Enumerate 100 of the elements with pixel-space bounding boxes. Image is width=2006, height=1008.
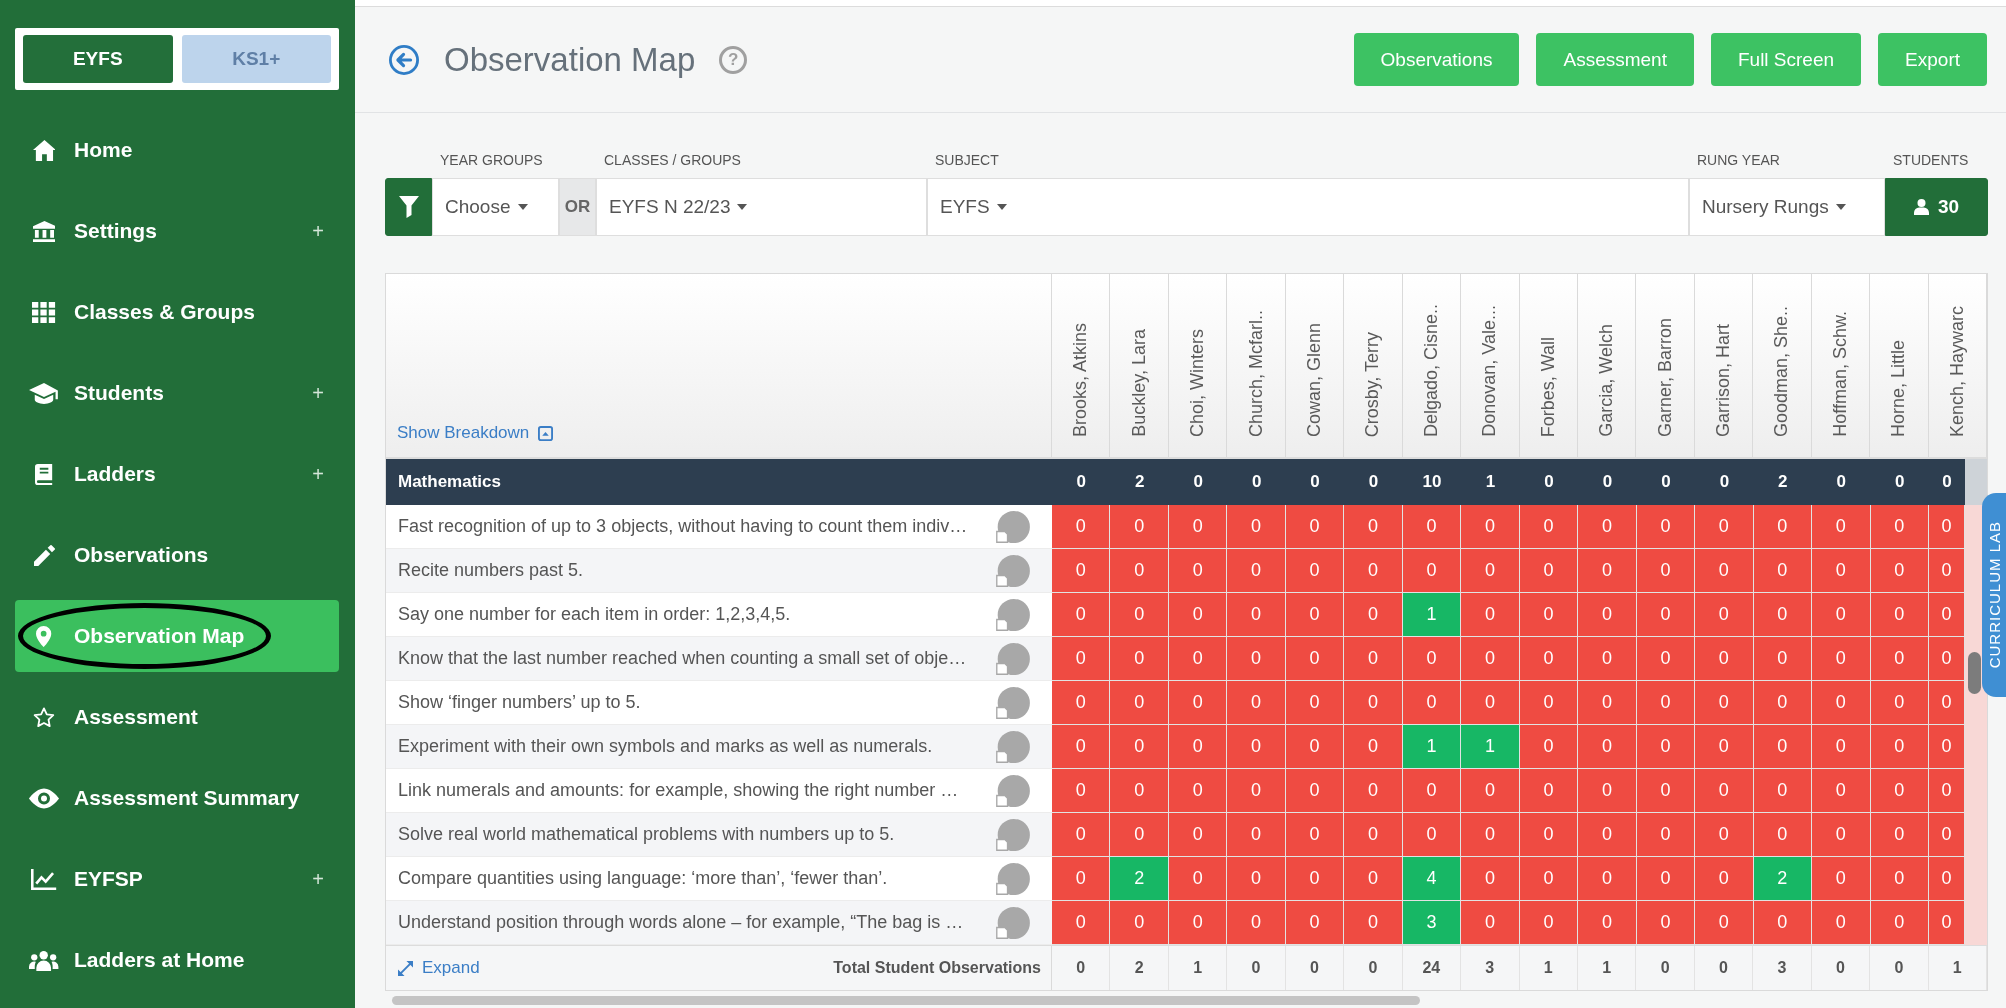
count-cell[interactable]: 0 xyxy=(1578,901,1637,945)
count-cell[interactable]: 0 xyxy=(1870,549,1929,593)
count-cell[interactable]: 0 xyxy=(1168,901,1228,945)
count-cell[interactable]: 0 xyxy=(1519,813,1579,857)
count-cell[interactable]: 0 xyxy=(1052,901,1111,945)
count-cell[interactable]: 0 xyxy=(1519,681,1579,725)
count-cell[interactable]: 0 xyxy=(1812,857,1871,901)
count-cell[interactable]: 0 xyxy=(1753,725,1813,769)
header-button[interactable]: Assessment xyxy=(1536,33,1694,86)
document-icon[interactable] xyxy=(994,597,1030,632)
nav-item[interactable]: Settings + xyxy=(15,195,339,267)
dropdown[interactable]: Choose xyxy=(432,178,559,236)
count-cell[interactable]: 0 xyxy=(1285,901,1345,945)
header-button[interactable]: Full Screen xyxy=(1710,33,1862,86)
count-cell[interactable]: 0 xyxy=(1344,769,1403,813)
count-cell[interactable]: 0 xyxy=(1519,637,1579,681)
count-cell[interactable]: 4 xyxy=(1402,857,1462,901)
count-cell[interactable]: 0 xyxy=(1227,769,1286,813)
count-cell[interactable]: 0 xyxy=(1110,725,1169,769)
dropdown[interactable]: EYFS xyxy=(927,178,1689,236)
count-cell[interactable]: 0 xyxy=(1344,681,1403,725)
count-cell[interactable]: 0 xyxy=(1929,549,1965,593)
mode-tab[interactable]: KS1+ xyxy=(181,35,331,83)
nav-item[interactable]: Assessment xyxy=(15,681,339,753)
header-button[interactable]: Observations xyxy=(1353,33,1520,86)
count-cell[interactable]: 0 xyxy=(1285,681,1345,725)
count-cell[interactable]: 0 xyxy=(1519,857,1579,901)
count-cell[interactable]: 0 xyxy=(1695,769,1754,813)
count-cell[interactable]: 0 xyxy=(1753,681,1813,725)
count-cell[interactable]: 0 xyxy=(1168,549,1228,593)
count-cell[interactable]: 0 xyxy=(1227,593,1286,637)
count-cell[interactable]: 0 xyxy=(1636,813,1696,857)
show-breakdown-link[interactable]: Show Breakdown xyxy=(397,423,554,443)
count-cell[interactable]: 0 xyxy=(1636,857,1696,901)
count-cell[interactable]: 0 xyxy=(1636,593,1696,637)
count-cell[interactable]: 0 xyxy=(1636,769,1696,813)
count-cell[interactable]: 0 xyxy=(1578,769,1637,813)
count-cell[interactable]: 0 xyxy=(1402,769,1462,813)
count-cell[interactable]: 0 xyxy=(1636,725,1696,769)
count-cell[interactable]: 0 xyxy=(1110,637,1169,681)
document-icon[interactable] xyxy=(994,773,1030,808)
count-cell[interactable]: 0 xyxy=(1636,549,1696,593)
count-cell[interactable]: 0 xyxy=(1344,901,1403,945)
count-cell[interactable]: 0 xyxy=(1110,901,1169,945)
count-cell[interactable]: 0 xyxy=(1461,637,1520,681)
count-cell[interactable]: 0 xyxy=(1227,901,1286,945)
count-cell[interactable]: 0 xyxy=(1168,681,1228,725)
count-cell[interactable]: 0 xyxy=(1461,593,1520,637)
count-cell[interactable]: 1 xyxy=(1402,593,1462,637)
count-cell[interactable]: 0 xyxy=(1461,769,1520,813)
count-cell[interactable]: 0 xyxy=(1461,505,1520,549)
count-cell[interactable]: 0 xyxy=(1227,637,1286,681)
nav-item[interactable]: Ladders + xyxy=(15,438,339,510)
count-cell[interactable]: 0 xyxy=(1753,593,1813,637)
count-cell[interactable]: 0 xyxy=(1519,505,1579,549)
document-icon[interactable] xyxy=(994,817,1030,852)
count-cell[interactable]: 0 xyxy=(1110,769,1169,813)
count-cell[interactable]: 0 xyxy=(1052,857,1111,901)
count-cell[interactable]: 0 xyxy=(1812,901,1871,945)
count-cell[interactable]: 0 xyxy=(1578,681,1637,725)
nav-item[interactable]: Observations xyxy=(15,519,339,591)
count-cell[interactable]: 0 xyxy=(1870,725,1929,769)
dropdown[interactable]: EYFS N 22/23 xyxy=(596,178,927,236)
count-cell[interactable]: 0 xyxy=(1870,593,1929,637)
count-cell[interactable]: 0 xyxy=(1636,637,1696,681)
count-cell[interactable]: 0 xyxy=(1695,725,1754,769)
count-cell[interactable]: 0 xyxy=(1812,769,1871,813)
count-cell[interactable]: 0 xyxy=(1344,549,1403,593)
document-icon[interactable] xyxy=(994,641,1030,676)
count-cell[interactable]: 0 xyxy=(1753,637,1813,681)
count-cell[interactable]: 0 xyxy=(1695,505,1754,549)
scrollbar-thumb[interactable] xyxy=(1968,652,1981,694)
count-cell[interactable]: 0 xyxy=(1168,725,1228,769)
count-cell[interactable]: 0 xyxy=(1519,901,1579,945)
expand-link[interactable]: Expand xyxy=(398,958,480,978)
count-cell[interactable]: 0 xyxy=(1929,593,1965,637)
help-button[interactable]: ? xyxy=(719,45,748,74)
count-cell[interactable]: 0 xyxy=(1052,637,1111,681)
count-cell[interactable]: 0 xyxy=(1110,505,1169,549)
count-cell[interactable]: 0 xyxy=(1227,681,1286,725)
nav-item[interactable]: Home xyxy=(15,114,339,186)
count-cell[interactable]: 0 xyxy=(1812,505,1871,549)
count-cell[interactable]: 0 xyxy=(1344,593,1403,637)
count-cell[interactable]: 0 xyxy=(1285,769,1345,813)
count-cell[interactable]: 0 xyxy=(1285,593,1345,637)
count-cell[interactable]: 0 xyxy=(1052,769,1111,813)
count-cell[interactable]: 2 xyxy=(1753,857,1813,901)
count-cell[interactable]: 0 xyxy=(1285,857,1345,901)
count-cell[interactable]: 0 xyxy=(1753,813,1813,857)
count-cell[interactable]: 0 xyxy=(1402,549,1462,593)
document-icon[interactable] xyxy=(994,685,1030,720)
scrollbar-thumb[interactable] xyxy=(392,996,1420,1005)
mode-tab[interactable]: EYFS xyxy=(23,35,173,83)
count-cell[interactable]: 0 xyxy=(1052,549,1111,593)
count-cell[interactable]: 0 xyxy=(1636,901,1696,945)
document-icon[interactable] xyxy=(994,905,1030,940)
count-cell[interactable]: 0 xyxy=(1636,505,1696,549)
count-cell[interactable]: 0 xyxy=(1695,593,1754,637)
count-cell[interactable]: 0 xyxy=(1929,813,1965,857)
count-cell[interactable]: 0 xyxy=(1285,549,1345,593)
